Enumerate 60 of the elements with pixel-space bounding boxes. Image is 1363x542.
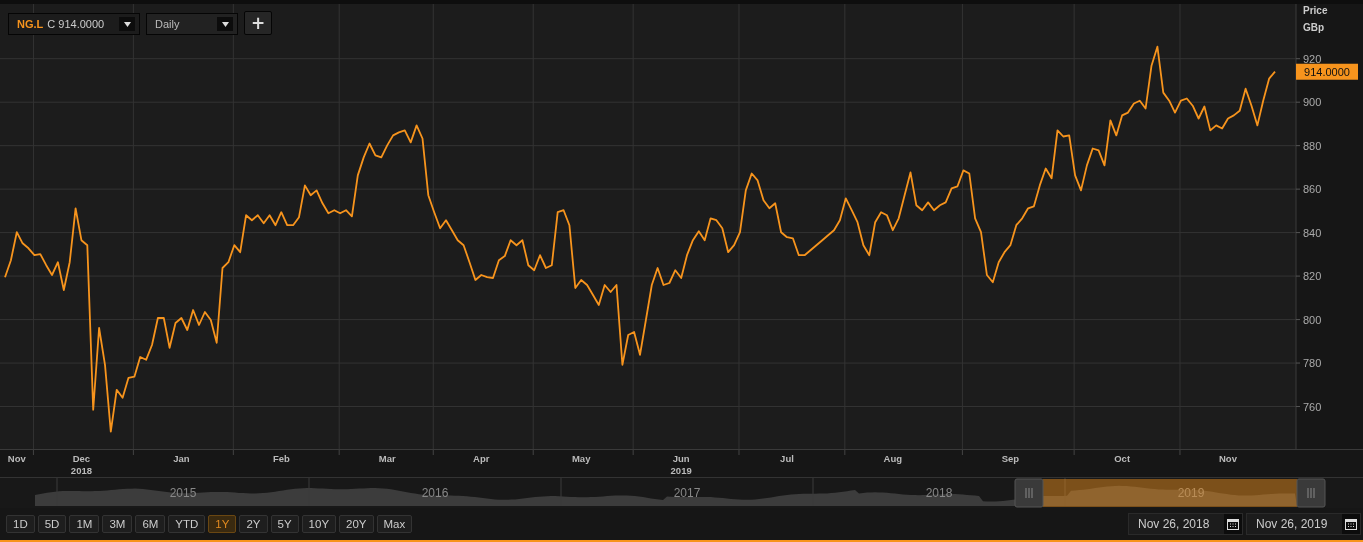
month-label: Jun [672, 453, 690, 464]
symbol-dropdown[interactable]: NG.L C 914.0000 [8, 13, 140, 35]
month-label: Nov [1219, 453, 1237, 464]
year-label: 2019 [670, 465, 692, 476]
y-axis-label: 880 [1303, 139, 1322, 152]
y-axis-label: 920 [1303, 52, 1322, 65]
add-button[interactable]: + [244, 11, 272, 35]
month-label: Sep [1001, 453, 1020, 464]
year-label: 2017 [673, 486, 701, 500]
y-axis-label: 840 [1303, 226, 1322, 239]
month-label: Oct [1114, 453, 1131, 464]
y-axis-label: 860 [1303, 183, 1322, 196]
y-axis-label: 820 [1303, 270, 1322, 283]
range-button[interactable]: YTD [168, 515, 206, 533]
month-label: Aug [883, 453, 903, 464]
y-axis-label: 760 [1303, 400, 1322, 413]
range-button[interactable]: 10Y [301, 515, 337, 533]
month-label: Jan [173, 453, 190, 464]
caret-icon [119, 17, 135, 31]
calendar-icon[interactable] [1224, 514, 1242, 534]
month-label: Feb [272, 453, 290, 464]
year-label: 2018 [70, 465, 92, 476]
year-label: 2015 [169, 486, 197, 500]
range-button[interactable]: 1D [6, 515, 35, 533]
calendar-icon[interactable] [1342, 514, 1360, 534]
range-button[interactable]: 3M [102, 515, 133, 533]
range-button[interactable]: 20Y [339, 515, 374, 533]
selected-range[interactable] [1043, 479, 1297, 507]
range-button[interactable]: Max [376, 515, 413, 533]
date-field[interactable]: Nov 26, 2019 [1246, 513, 1361, 535]
year-label: 2018 [925, 486, 953, 500]
quote-text: C 914.0000 [47, 18, 106, 30]
year-label: 2019 [1177, 486, 1205, 500]
interval-dropdown[interactable]: Daily [146, 13, 238, 35]
axis-title: Price [1303, 5, 1328, 16]
range-handle[interactable] [1014, 478, 1044, 508]
range-button[interactable]: 1M [69, 515, 100, 533]
month-label: Jul [780, 453, 794, 464]
symbol-text: NG.L [17, 18, 44, 30]
month-label: Mar [378, 453, 396, 464]
month-label: Dec [72, 453, 91, 464]
y-axis-label: 800 [1303, 313, 1322, 326]
date-text: Nov 26, 2018 [1138, 517, 1210, 531]
y-axis-label: 900 [1303, 96, 1322, 109]
month-label: May [571, 453, 591, 464]
year-label: 2016 [421, 486, 449, 500]
month-label: Nov [7, 453, 26, 464]
date-text: Nov 26, 2019 [1256, 517, 1328, 531]
caret-icon [217, 17, 233, 31]
range-button[interactable]: 5D [37, 515, 67, 533]
range-button[interactable]: 6M [135, 515, 166, 533]
range-button[interactable]: 1Y [208, 515, 237, 533]
interval-text: Daily [155, 18, 180, 30]
date-field[interactable]: Nov 26, 2018 [1128, 513, 1243, 535]
range-button[interactable]: 5Y [270, 515, 299, 533]
y-axis-label: 780 [1303, 357, 1322, 370]
axis-unit: GBp [1303, 22, 1325, 33]
range-button[interactable]: 2Y [239, 515, 268, 533]
range-handle[interactable] [1296, 478, 1326, 508]
month-label: Apr [473, 453, 490, 464]
